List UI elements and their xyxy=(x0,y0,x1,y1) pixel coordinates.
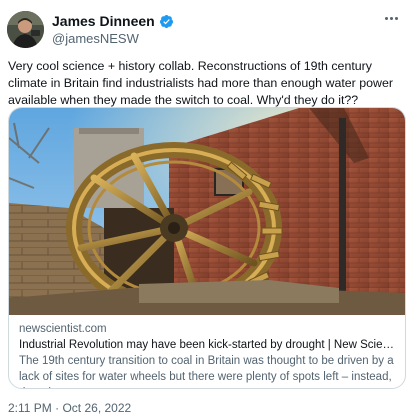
tweet-timestamp[interactable]: 2:11 PM · Oct 26, 2022 xyxy=(8,401,131,415)
more-options-icon[interactable] xyxy=(380,10,402,26)
verified-badge-icon xyxy=(159,14,173,28)
author-display-name[interactable]: James Dinneen xyxy=(52,13,155,29)
card-title[interactable]: Industrial Revolution may have been kick… xyxy=(19,337,395,353)
card-domain: newscientist.com xyxy=(19,323,107,335)
card-description: The 19th century transition to coal in B… xyxy=(19,355,394,388)
avatar-image xyxy=(7,11,44,48)
avatar[interactable] xyxy=(7,11,44,48)
card-meta: newscientist.com Industrial Revolution m… xyxy=(9,315,405,388)
link-preview-card[interactable]: newscientist.com Industrial Revolution m… xyxy=(8,107,406,389)
author-name-row[interactable]: James Dinneen xyxy=(52,12,174,30)
author-handle[interactable]: @jamesNESW xyxy=(52,31,139,46)
tweet-text: Very cool science + history collab. Reco… xyxy=(8,59,393,107)
tweet: James Dinneen @jamesNESW Very cool scien… xyxy=(0,0,416,420)
water-wheel-photo xyxy=(9,108,405,315)
